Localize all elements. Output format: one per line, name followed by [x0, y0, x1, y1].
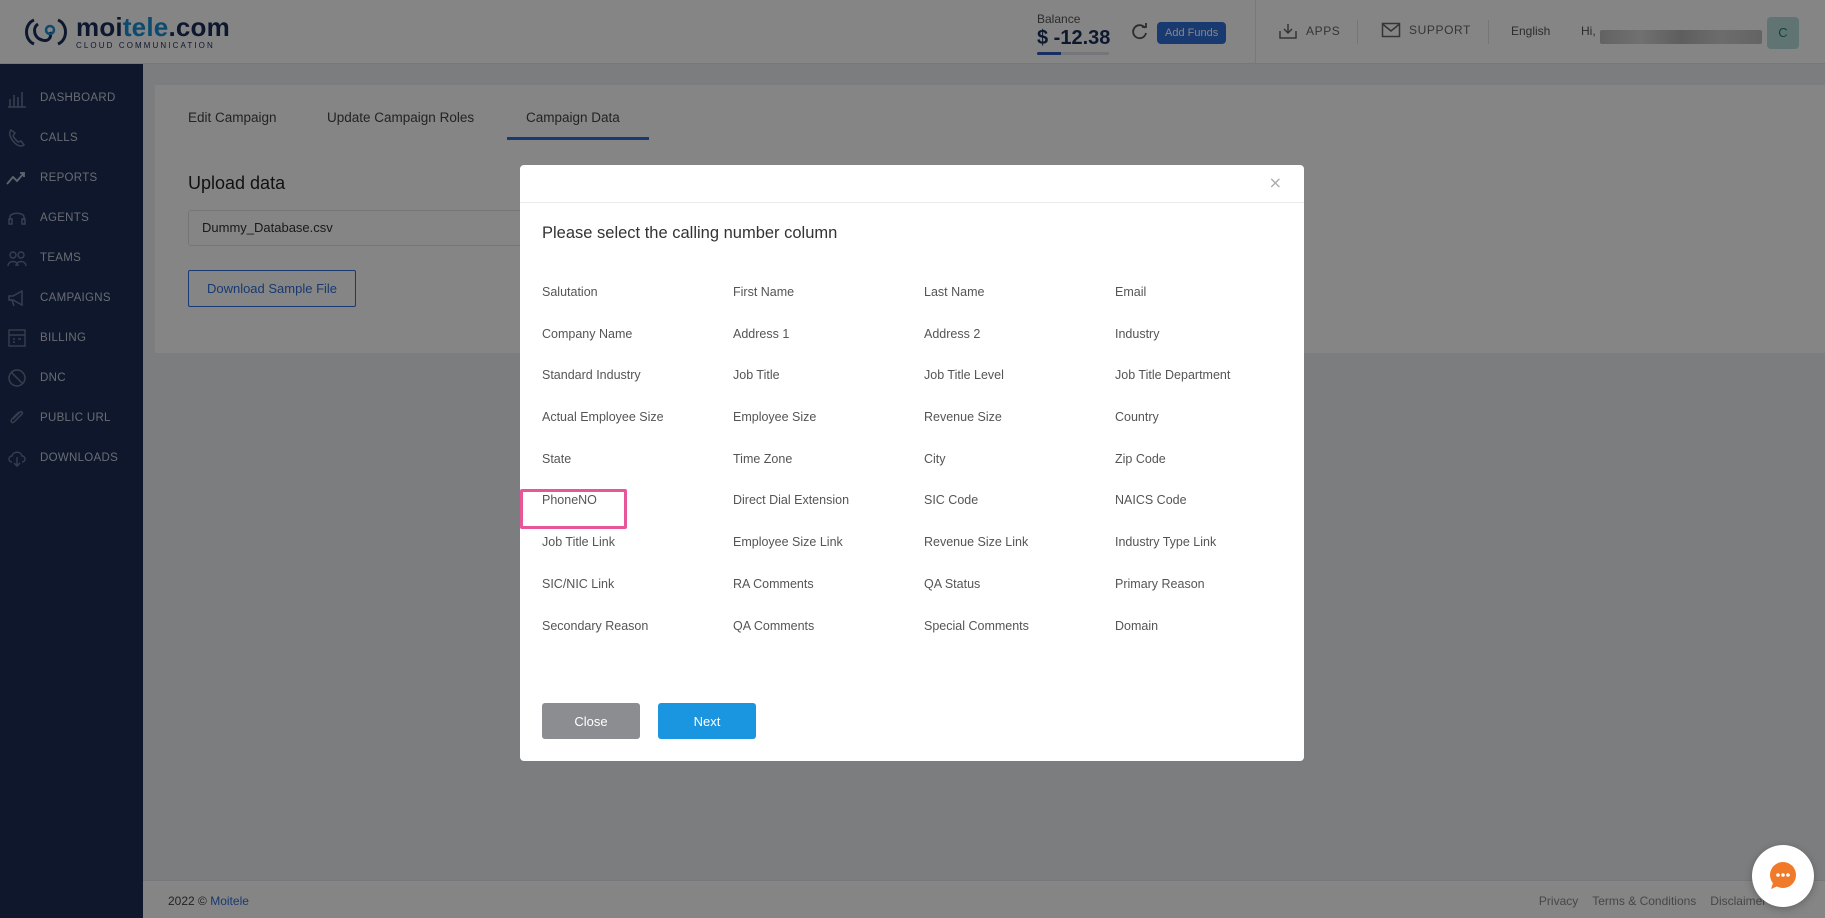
- column-option[interactable]: QA Status: [924, 577, 1115, 619]
- column-option[interactable]: Special Comments: [924, 619, 1115, 661]
- selection-highlight-box: [520, 489, 627, 529]
- column-option[interactable]: NAICS Code: [1115, 493, 1302, 535]
- column-option[interactable]: Company Name: [542, 327, 733, 369]
- column-option[interactable]: Time Zone: [733, 452, 924, 494]
- column-option[interactable]: Employee Size: [733, 410, 924, 452]
- column-option[interactable]: Employee Size Link: [733, 535, 924, 577]
- column-option[interactable]: City: [924, 452, 1115, 494]
- column-option[interactable]: Direct Dial Extension: [733, 493, 924, 535]
- column-option[interactable]: Salutation: [542, 285, 733, 327]
- column-option[interactable]: Revenue Size: [924, 410, 1115, 452]
- column-option[interactable]: Revenue Size Link: [924, 535, 1115, 577]
- column-options-grid: Salutation First Name Last Name Email Co…: [542, 285, 1302, 660]
- chat-bubble-icon: [1770, 862, 1796, 889]
- column-option[interactable]: State: [542, 452, 733, 494]
- modal-header-divider: [520, 202, 1304, 203]
- column-option[interactable]: Secondary Reason: [542, 619, 733, 661]
- column-option[interactable]: Industry Type Link: [1115, 535, 1302, 577]
- column-option[interactable]: SIC Code: [924, 493, 1115, 535]
- modal-title: Please select the calling number column: [542, 224, 838, 242]
- column-option[interactable]: Job Title Level: [924, 368, 1115, 410]
- column-option[interactable]: Address 2: [924, 327, 1115, 369]
- column-option[interactable]: Standard Industry: [542, 368, 733, 410]
- column-option[interactable]: Domain: [1115, 619, 1302, 661]
- close-button[interactable]: Close: [542, 703, 640, 739]
- column-option[interactable]: Country: [1115, 410, 1302, 452]
- close-icon[interactable]: ×: [1269, 173, 1282, 192]
- column-option[interactable]: Job Title: [733, 368, 924, 410]
- column-option[interactable]: Actual Employee Size: [542, 410, 733, 452]
- chat-widget-button[interactable]: [1752, 845, 1814, 907]
- column-option[interactable]: Last Name: [924, 285, 1115, 327]
- column-option[interactable]: Primary Reason: [1115, 577, 1302, 619]
- column-option[interactable]: Address 1: [733, 327, 924, 369]
- column-option[interactable]: QA Comments: [733, 619, 924, 661]
- column-option[interactable]: Zip Code: [1115, 452, 1302, 494]
- column-option[interactable]: RA Comments: [733, 577, 924, 619]
- column-option[interactable]: Job Title Link: [542, 535, 733, 577]
- column-option[interactable]: Job Title Department: [1115, 368, 1302, 410]
- column-option[interactable]: Industry: [1115, 327, 1302, 369]
- column-option[interactable]: SIC/NIC Link: [542, 577, 733, 619]
- column-option[interactable]: Email: [1115, 285, 1302, 327]
- column-option[interactable]: First Name: [733, 285, 924, 327]
- next-button[interactable]: Next: [658, 703, 756, 739]
- select-calling-column-modal: × Please select the calling number colum…: [520, 165, 1304, 761]
